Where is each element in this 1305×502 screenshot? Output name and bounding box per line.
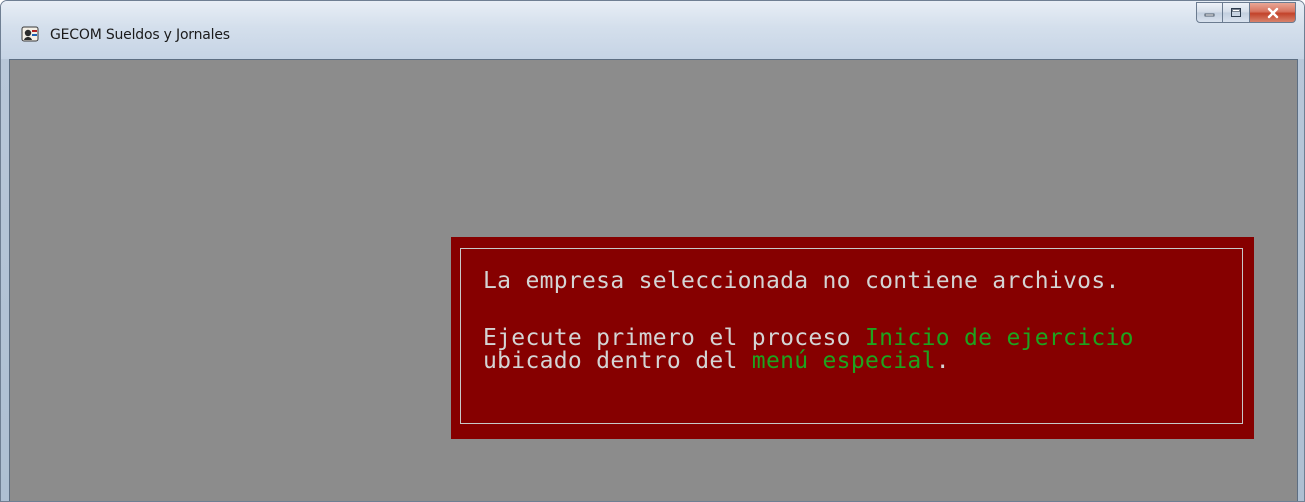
message-line-1: La empresa seleccionada no contiene arch… [483,268,1120,294]
message-line-3-suffix: . [935,348,950,374]
message-line-2: Ejecute primero el proceso Inicio de eje… [483,327,1134,350]
maximize-button[interactable] [1223,2,1250,23]
app-icon[interactable] [21,25,40,44]
title-bar[interactable]: GECOM Sueldos y Jornales [1,1,1304,59]
window-title: GECOM Sueldos y Jornales [50,27,230,43]
close-icon [1267,7,1278,18]
maximize-icon [1231,8,1241,17]
message-dialog: La empresa seleccionada no contiene arch… [451,237,1254,439]
message-line-3-text: ubicado dentro del [483,348,752,374]
close-button[interactable] [1250,2,1296,23]
client-area: La empresa seleccionada no contiene arch… [9,59,1298,501]
minimize-icon [1204,13,1215,17]
message-line-3: ubicado dentro del menú especial. [483,348,950,374]
menu-name-highlight: menú especial [751,348,936,374]
app-window: GECOM Sueldos y Jornales La empresa sele… [0,0,1305,502]
caption-buttons [1196,2,1296,23]
minimize-button[interactable] [1196,2,1223,23]
